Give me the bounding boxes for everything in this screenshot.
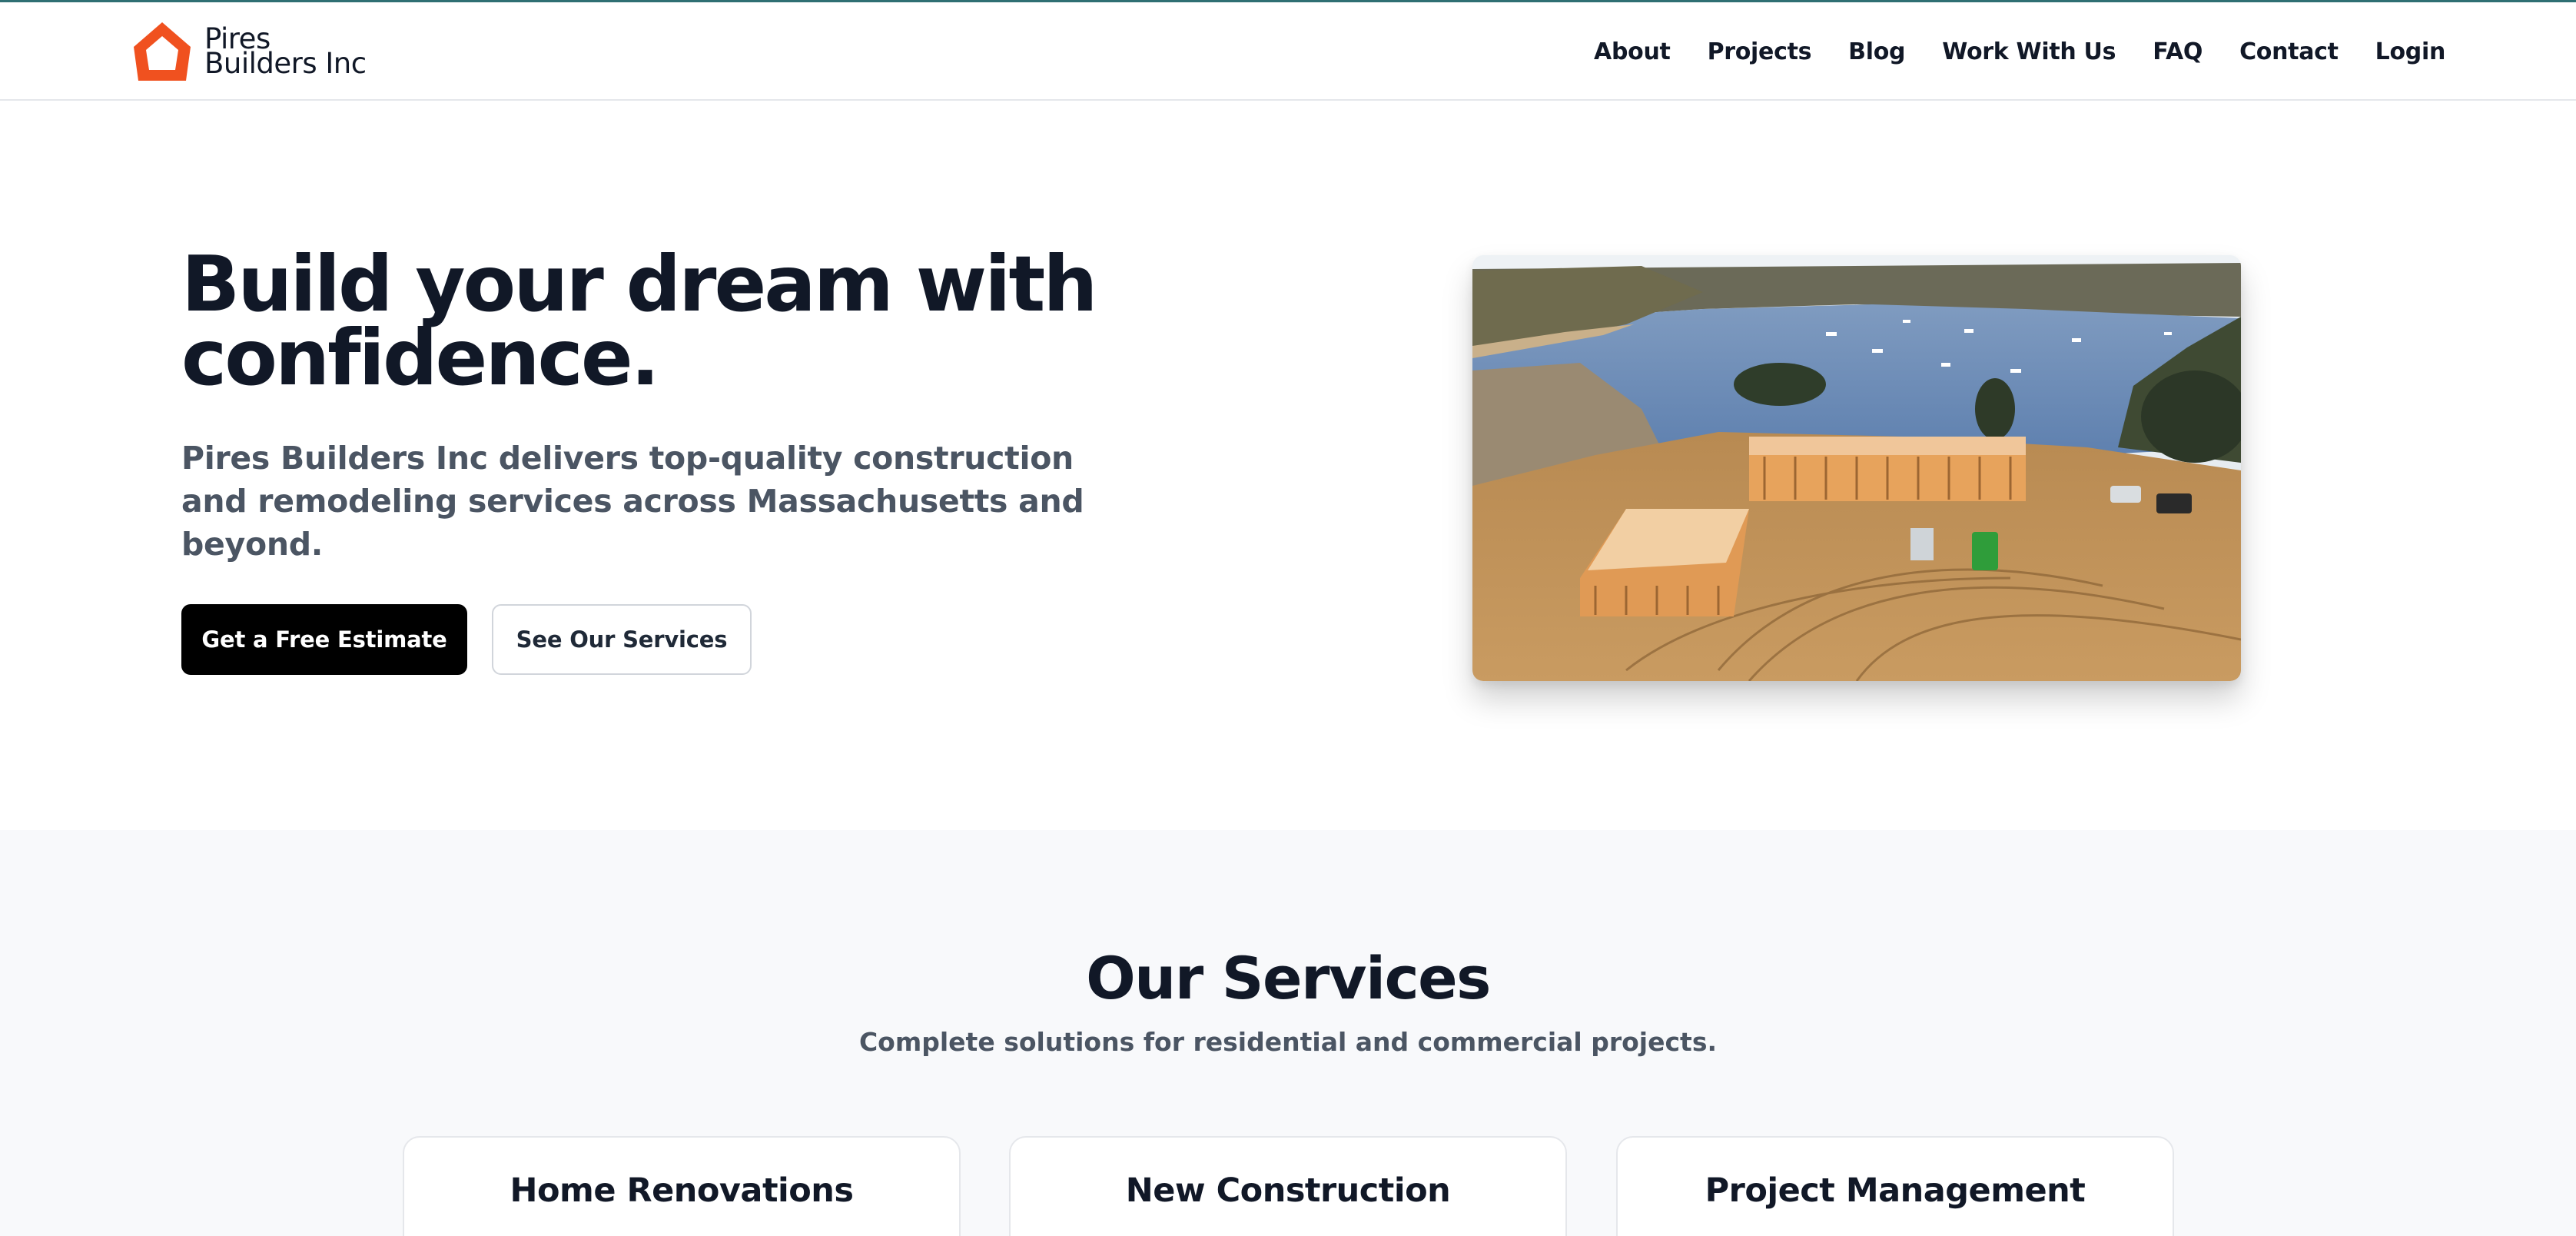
nav-item-blog[interactable]: Blog bbox=[1848, 38, 1905, 65]
site-logo[interactable]: Pires Builders Inc bbox=[131, 19, 367, 84]
get-estimate-button[interactable]: Get a Free Estimate bbox=[181, 604, 467, 675]
construction-site-illustration bbox=[1472, 255, 2241, 681]
nav-item-projects[interactable]: Projects bbox=[1708, 38, 1812, 65]
service-card-project-management[interactable]: Project Management bbox=[1616, 1136, 2174, 1236]
service-card-title: Home Renovations bbox=[510, 1171, 855, 1210]
site-header: Pires Builders Inc About Projects Blog W… bbox=[0, 2, 2576, 101]
hero-image bbox=[1472, 255, 2241, 681]
service-card-home-renovations[interactable]: Home Renovations bbox=[403, 1136, 961, 1236]
brand-name-line2: Builders Inc bbox=[204, 47, 367, 80]
house-frame-back bbox=[1749, 437, 2026, 501]
main-nav: About Projects Blog Work With Us FAQ Con… bbox=[1594, 2, 2445, 101]
hero-subtitle: Pires Builders Inc delivers top-quality … bbox=[181, 440, 1084, 563]
services-subtitle: Complete solutions for residential and c… bbox=[858, 1027, 1718, 1057]
nav-item-contact[interactable]: Contact bbox=[2239, 38, 2339, 65]
hero-title: Build your dream with confidence. bbox=[181, 239, 1097, 403]
services-section: Our Services Complete solutions for resi… bbox=[0, 830, 2576, 1236]
house-icon bbox=[134, 22, 191, 81]
service-card-title: Project Management bbox=[1705, 1171, 2086, 1210]
service-card-title: New Construction bbox=[1125, 1171, 1451, 1210]
nav-item-login[interactable]: Login bbox=[2375, 38, 2446, 65]
services-title: Our Services bbox=[1086, 944, 1491, 1012]
nav-item-work-with-us[interactable]: Work With Us bbox=[1942, 38, 2116, 65]
see-services-button[interactable]: See Our Services bbox=[492, 604, 752, 675]
brand-name: Pires Builders Inc bbox=[204, 25, 367, 80]
nav-item-about[interactable]: About bbox=[1594, 38, 1671, 65]
service-card-new-construction[interactable]: New Construction bbox=[1009, 1136, 1567, 1236]
nav-item-faq[interactable]: FAQ bbox=[2153, 38, 2203, 65]
